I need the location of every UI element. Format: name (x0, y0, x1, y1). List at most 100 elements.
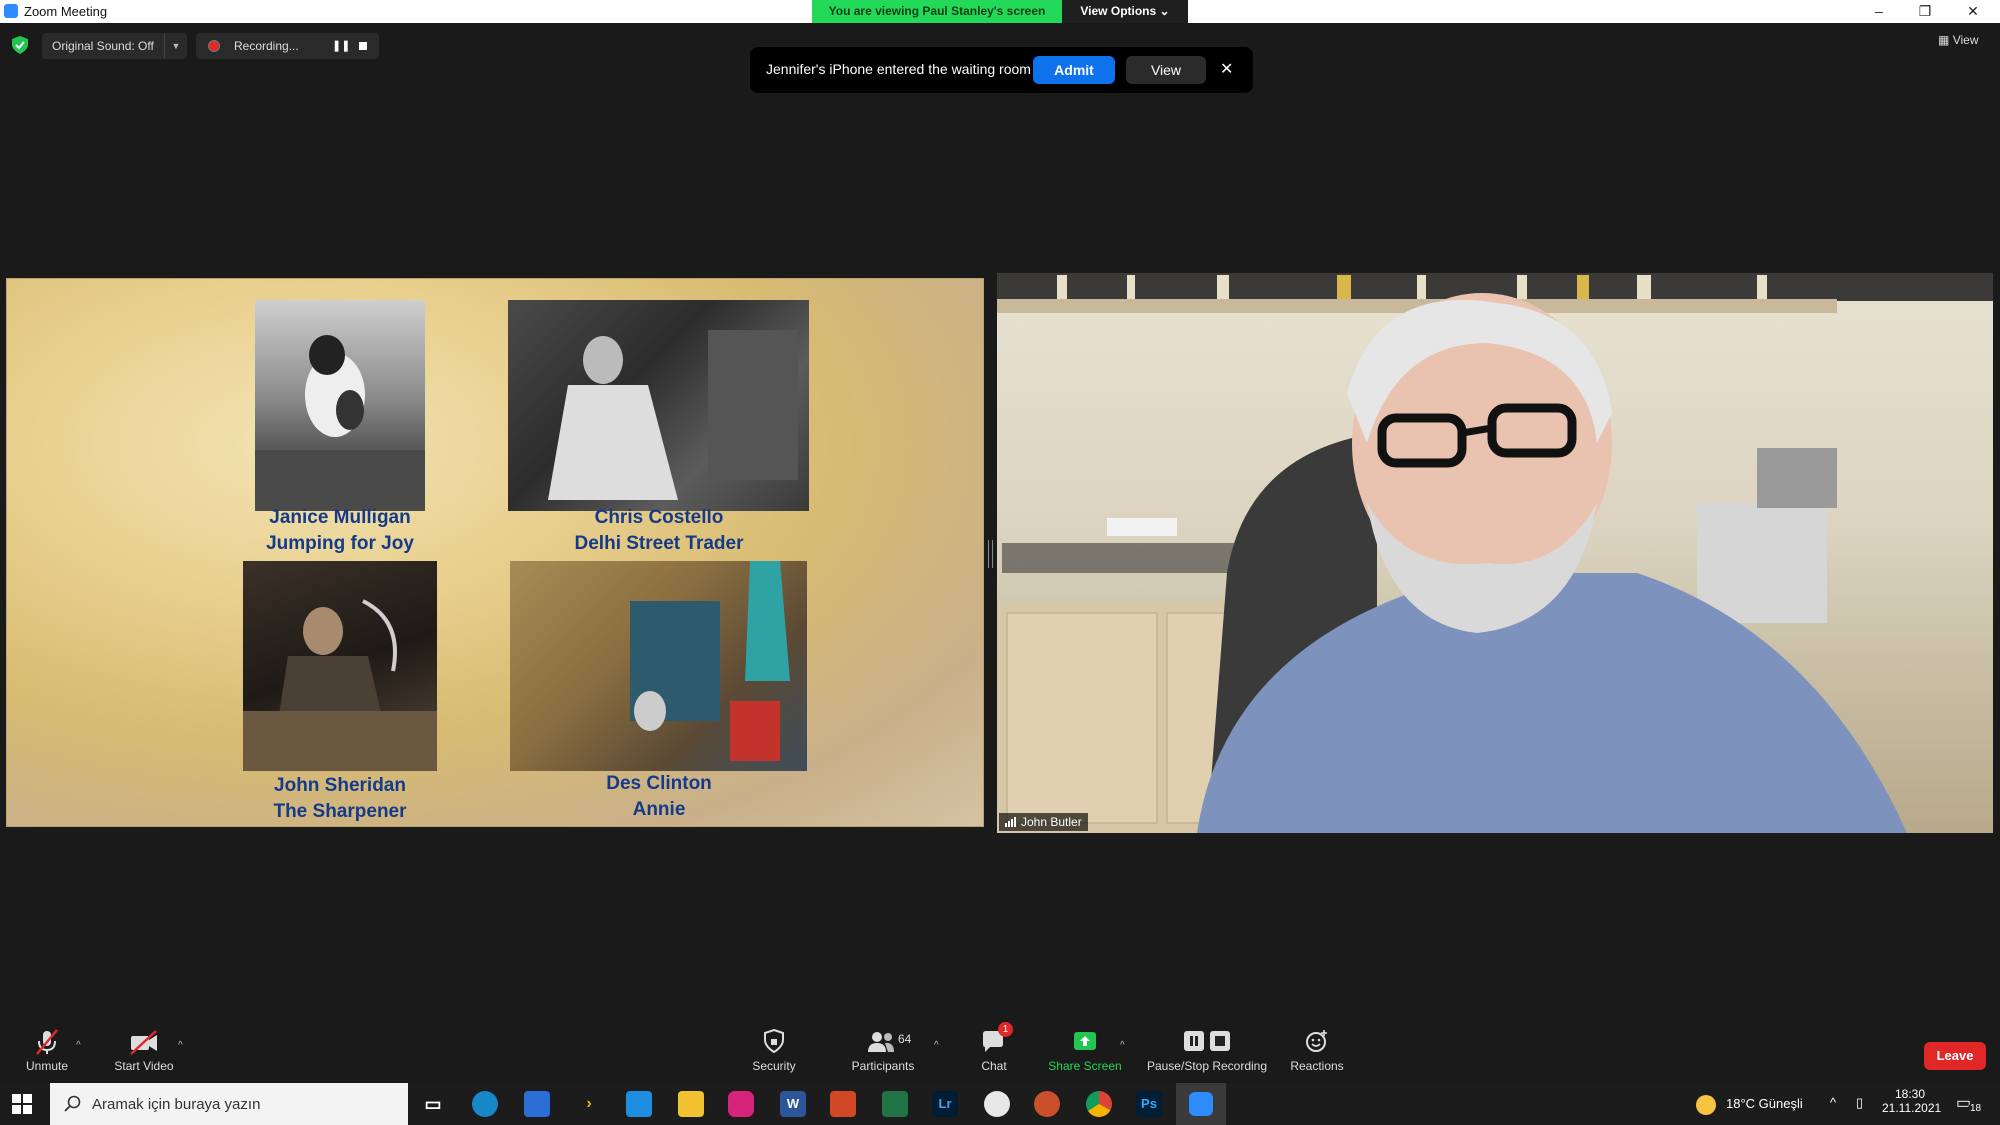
photo-title: Delhi Street Trader (574, 533, 744, 554)
windows-taskbar: Aramak için buraya yazın ▭ › W Lr Ps 18°… (0, 1083, 2000, 1125)
weather-sun-icon (1696, 1095, 1716, 1115)
share-screen-button[interactable]: Share Screen (1046, 1028, 1124, 1073)
smiley-icon (1306, 1030, 1327, 1052)
clock[interactable]: 18:30 21.11.2021 (1882, 1087, 1942, 1115)
participants-count: 64 (898, 1032, 912, 1046)
recording-label: Recording... (234, 39, 299, 53)
photographer-name: Chris Costello (594, 507, 724, 528)
reactions-label: Reactions (1290, 1059, 1344, 1073)
pause-stop-recording-label: Pause/Stop Recording (1146, 1059, 1268, 1073)
participant-name-tag: John Butler (999, 813, 1088, 831)
annie-room-scene (630, 561, 790, 761)
photo-title: Jumping for Joy (266, 533, 414, 554)
minimize-button[interactable]: – (1856, 0, 1902, 23)
audio-options-caret[interactable]: ^ (76, 1040, 81, 1051)
chrome-icon[interactable] (1086, 1091, 1112, 1117)
show-hidden-icons-chevron-icon[interactable]: ^ (1830, 1095, 1836, 1110)
view-waiting-room-button[interactable]: View (1126, 56, 1206, 84)
edge-browser-icon[interactable] (472, 1091, 498, 1117)
mail-icon[interactable] (626, 1091, 652, 1117)
original-sound-label: Original Sound: Off (52, 39, 154, 53)
pause-stop-recording-icon (1184, 1031, 1230, 1051)
chat-badge: 1 (998, 1022, 1013, 1037)
file-explorer-icon[interactable] (678, 1091, 704, 1117)
network-icon[interactable]: ▯ (1856, 1095, 1863, 1111)
dog-silhouette (255, 335, 425, 511)
pause-stop-recording-button[interactable]: Pause/Stop Recording (1142, 1028, 1272, 1073)
video-background-scene (997, 273, 1993, 833)
creative-cloud-icon[interactable] (728, 1091, 754, 1117)
photographer-name: Des Clinton (606, 773, 712, 794)
caption-john-sheridan: John Sheridan The Sharpener (217, 773, 463, 825)
powerpoint-icon[interactable] (830, 1091, 856, 1117)
unmute-label: Unmute (25, 1059, 69, 1073)
task-view-icon[interactable]: ▭ (420, 1091, 446, 1117)
participant-video: John Butler (997, 273, 1993, 833)
lightroom-icon[interactable]: Lr (932, 1091, 958, 1117)
participants-button[interactable]: 64 Participants (846, 1028, 920, 1073)
pause-recording-icon[interactable]: ❚❚ (332, 39, 350, 52)
start-video-label: Start Video (114, 1059, 174, 1073)
start-video-button[interactable]: Start Video (108, 1028, 180, 1073)
split-view-handle[interactable] (988, 540, 993, 568)
caption-chris-costello: Chris Costello Delhi Street Trader (507, 505, 811, 557)
grid-icon: ▦ (1938, 33, 1950, 47)
close-window-button[interactable]: ✕ (1950, 0, 1996, 23)
taskbar-search-box[interactable]: Aramak için buraya yazın (50, 1083, 408, 1125)
search-icon (64, 1095, 81, 1112)
windows-start-icon[interactable] (12, 1094, 32, 1114)
waiting-room-notification: Jennifer's iPhone entered the waiting ro… (750, 47, 1253, 93)
share-options-caret[interactable]: ^ (1120, 1040, 1125, 1051)
plex-icon[interactable]: › (576, 1091, 602, 1117)
zoom-taskbar-button[interactable] (1176, 1083, 1226, 1125)
original-sound-toggle[interactable]: Original Sound: Off ▼ (42, 33, 187, 59)
app-icon[interactable] (1034, 1091, 1060, 1117)
admit-button[interactable]: Admit (1033, 56, 1115, 84)
viewing-screen-banner: You are viewing Paul Stanley's screen (812, 0, 1062, 23)
photo-jumping-for-joy (255, 300, 425, 511)
window-title: Zoom Meeting (24, 4, 108, 19)
zoom-icon (1189, 1092, 1213, 1116)
title-bar: Zoom Meeting You are viewing Paul Stanle… (0, 0, 2000, 23)
security-button[interactable]: Security (744, 1028, 804, 1073)
view-options-label: View Options (1080, 4, 1157, 18)
microphone-muted-icon (36, 1029, 58, 1055)
trader-silhouette (548, 330, 798, 500)
view-layout-button[interactable]: ▦ View (1938, 33, 1996, 55)
record-dot-icon (208, 40, 220, 52)
close-icon[interactable]: ✕ (1220, 59, 1233, 79)
word-icon[interactable]: W (780, 1091, 806, 1117)
share-screen-label: Share Screen (1048, 1059, 1122, 1073)
participant-name: John Butler (1021, 815, 1082, 829)
video-camera-off-icon (130, 1030, 157, 1055)
chevron-down-icon[interactable]: ▼ (164, 33, 187, 59)
leave-meeting-button[interactable]: Leave (1924, 1042, 1986, 1070)
view-options-button[interactable]: View Options ⌄ (1062, 0, 1188, 23)
stop-recording-icon[interactable] (359, 42, 367, 50)
caption-des-clinton: Des Clinton Annie (507, 771, 811, 823)
chat-button[interactable]: 1 Chat (972, 1022, 1016, 1073)
notification-center-icon[interactable]: 18 ▭ (1956, 1093, 1984, 1114)
signal-strength-icon (1005, 817, 1016, 827)
shield-icon (764, 1028, 784, 1054)
video-options-caret[interactable]: ^ (178, 1040, 183, 1051)
participants-options-caret[interactable]: ^ (934, 1040, 939, 1051)
photoshop-icon[interactable]: Ps (1136, 1091, 1162, 1117)
recording-indicator: Recording... ❚❚ (196, 33, 379, 59)
unmute-button[interactable]: Unmute (16, 1028, 78, 1073)
yandex-browser-icon[interactable] (984, 1091, 1010, 1117)
shared-screen: Janice Mulligan Jumping for Joy Chris Co… (6, 278, 984, 827)
microsoft-store-icon[interactable] (524, 1091, 550, 1117)
clock-time: 18:30 (1894, 1087, 1926, 1101)
waiting-room-message: Jennifer's iPhone entered the waiting ro… (766, 61, 1031, 77)
excel-icon[interactable] (882, 1091, 908, 1117)
sharpener-silhouette (243, 599, 437, 771)
clock-date: 21.11.2021 (1882, 1101, 1942, 1115)
weather-text[interactable]: 18°C Güneşli (1726, 1096, 1803, 1111)
view-layout-label: View (1952, 33, 1979, 47)
search-placeholder: Aramak için buraya yazın (92, 1096, 261, 1113)
restore-button[interactable]: ❐ (1902, 0, 1948, 23)
photo-annie (510, 561, 807, 771)
share-screen-icon (1074, 1032, 1096, 1050)
reactions-button[interactable]: Reactions (1286, 1028, 1348, 1073)
